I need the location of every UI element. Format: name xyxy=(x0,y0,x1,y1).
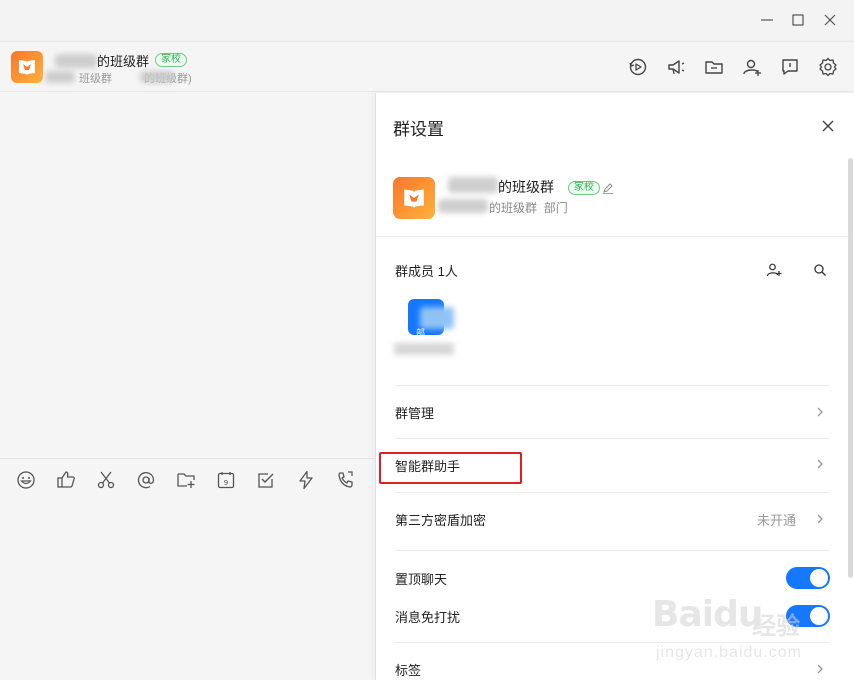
group-subtitle: 班级群的班级群) xyxy=(79,73,192,85)
folder-icon[interactable] xyxy=(702,55,726,79)
member-initial: 部 xyxy=(416,328,426,338)
settings-icon[interactable] xyxy=(816,55,840,79)
pin-chat-toggle[interactable] xyxy=(786,567,830,589)
emoji-icon[interactable] xyxy=(15,469,37,491)
blurred-member-name xyxy=(394,343,454,355)
group-manage-row[interactable] xyxy=(376,386,838,438)
toggle-knob xyxy=(810,569,828,587)
dnd-label: 消息免打扰 xyxy=(395,610,461,625)
minimize-icon[interactable] xyxy=(756,9,778,31)
group-avatar-large[interactable] xyxy=(393,177,435,219)
home-school-badge: 家校 xyxy=(155,53,187,67)
chevron-right-icon xyxy=(814,406,826,418)
group-name: 的班级群 xyxy=(97,54,150,69)
chevron-right-icon xyxy=(814,458,826,470)
smart-assistant-label: 智能群助手 xyxy=(395,459,461,474)
add-member-icon[interactable] xyxy=(740,55,764,79)
blurred-sub xyxy=(45,71,75,83)
panel-close-icon[interactable] xyxy=(819,117,837,135)
flash-icon[interactable] xyxy=(295,469,317,491)
chevron-right-icon xyxy=(814,663,826,675)
task-icon[interactable] xyxy=(255,469,277,491)
group-name-detail: 的班级群 xyxy=(498,179,554,195)
window-titlebar xyxy=(0,0,854,42)
group-settings-panel: 群设置 的班级群 家校 的班级群 部门 群成员 1人 部 群管理 智能群助手 第… xyxy=(375,93,854,680)
book-icon xyxy=(404,189,424,208)
dnd-toggle[interactable] xyxy=(786,605,830,627)
chat-header: 的班级群 家校 班级群的班级群) xyxy=(0,42,854,92)
input-toolbar: 9 xyxy=(0,458,375,500)
group-subtitle-detail: 的班级群 部门 xyxy=(489,201,568,215)
add-member-icon[interactable] xyxy=(765,261,783,279)
group-manage-label: 群管理 xyxy=(395,406,435,421)
encryption-label: 第三方密盾加密 xyxy=(395,513,487,528)
edit-icon[interactable] xyxy=(602,181,614,194)
member-search-icon[interactable] xyxy=(811,261,829,279)
blurred-member xyxy=(420,307,454,329)
message-area xyxy=(0,93,375,458)
members-label: 群成员 1人 xyxy=(395,264,458,279)
toggle-knob xyxy=(810,607,828,625)
group-avatar[interactable] xyxy=(11,51,43,83)
screenshot-icon[interactable] xyxy=(95,469,117,491)
tags-label: 标签 xyxy=(395,663,422,678)
blurred-group-name xyxy=(448,177,498,193)
call-icon[interactable] xyxy=(335,469,357,491)
tags-row[interactable] xyxy=(376,643,838,680)
blurred-group-sub xyxy=(438,199,488,213)
add-folder-icon[interactable] xyxy=(175,469,197,491)
panel-title: 群设置 xyxy=(393,120,444,139)
divider xyxy=(376,236,854,237)
pin-chat-label: 置顶聊天 xyxy=(395,572,448,587)
divider xyxy=(395,550,830,551)
history-icon[interactable] xyxy=(626,55,650,79)
mention-icon[interactable] xyxy=(135,469,157,491)
chevron-right-icon xyxy=(814,513,826,525)
announcement-icon[interactable] xyxy=(664,55,688,79)
like-icon[interactable] xyxy=(55,469,77,491)
message-input[interactable] xyxy=(0,500,375,680)
blurred-sub-2 xyxy=(140,71,174,83)
calendar-icon[interactable]: 9 xyxy=(215,469,237,491)
maximize-icon[interactable] xyxy=(787,9,809,31)
feedback-icon[interactable] xyxy=(778,55,802,79)
encryption-status: 未开通 xyxy=(757,513,797,528)
book-icon xyxy=(19,60,35,75)
home-school-badge: 家校 xyxy=(568,181,600,195)
svg-text:9: 9 xyxy=(224,479,228,487)
panel-scrollbar[interactable] xyxy=(848,158,853,578)
close-icon[interactable] xyxy=(819,9,841,31)
blurred-name xyxy=(55,54,97,68)
